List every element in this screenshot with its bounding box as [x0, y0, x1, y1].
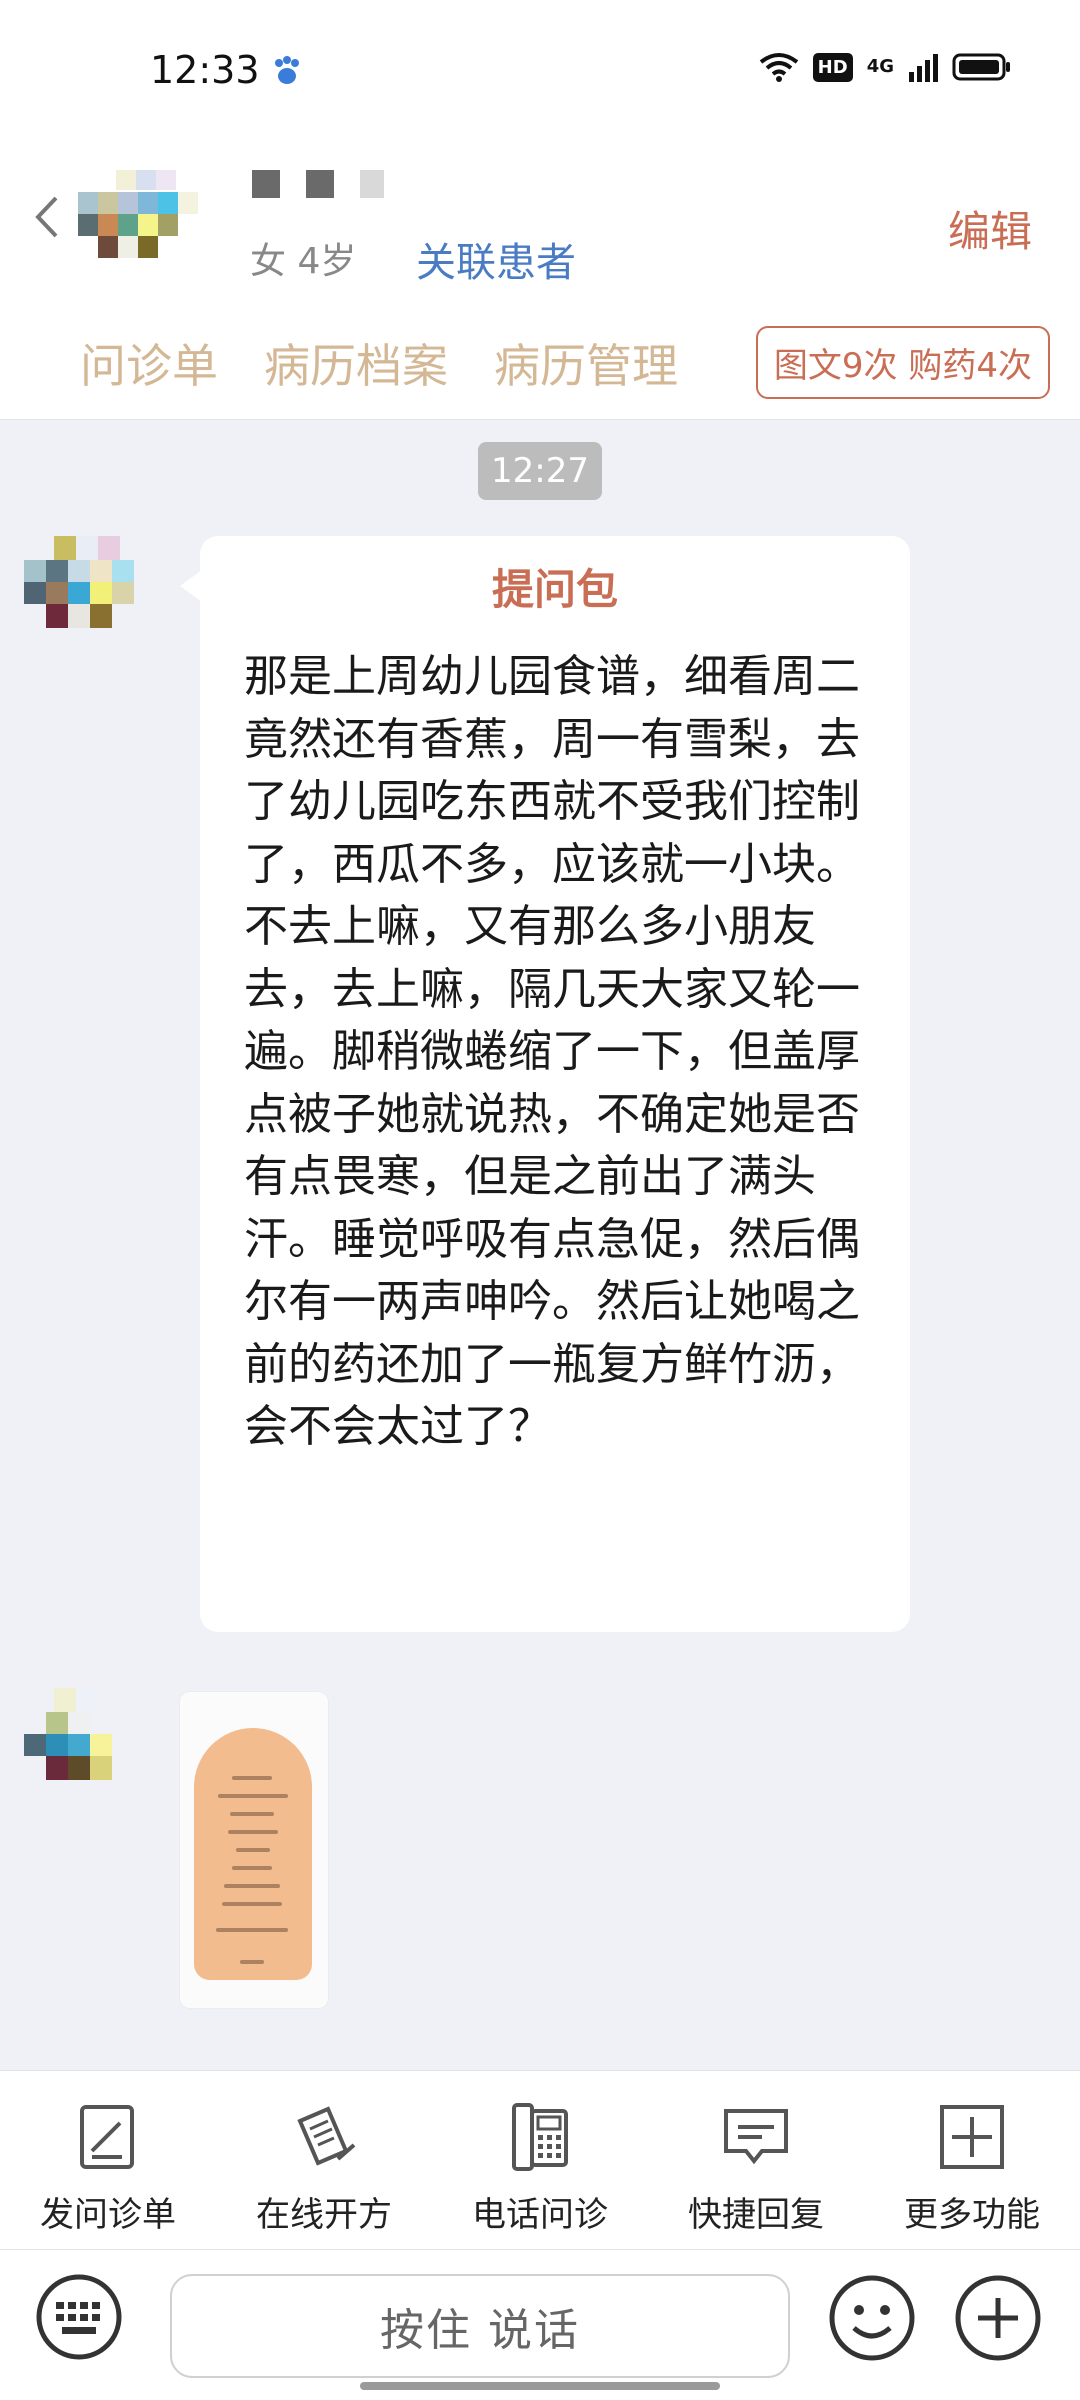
- emoji-icon[interactable]: [826, 2272, 918, 2364]
- signal-icon: [909, 54, 938, 82]
- prescription-icon: [297, 2106, 356, 2166]
- bubble-message-text: 那是上周幼儿园食谱，细看周二竟然还有香蕉，周一有雪梨，去了幼儿园吃东西就不受我们…: [244, 651, 860, 1452]
- question-pack-bubble[interactable]: 提问包 那是上周幼儿园食谱，细看周二竟然还有香蕉，周一有雪梨，去了幼儿园吃东西就…: [200, 536, 910, 1632]
- quick-action-toolbar: 发问诊单 在线开方 电话问诊 快捷回复 更多功能: [0, 2070, 1080, 2250]
- thumbnail-card-image: [194, 1728, 312, 1980]
- paw-notification-icon: [275, 56, 299, 84]
- tool-label: 在线开方: [256, 2195, 392, 2235]
- battery-icon: [952, 53, 1010, 81]
- header-tabs: 问诊单 病历档案 病历管理: [80, 330, 678, 396]
- more-functions-button[interactable]: 更多功能: [864, 2071, 1080, 2251]
- status-time: 12:33: [150, 48, 260, 92]
- quick-reply-button[interactable]: 快捷回复: [648, 2071, 864, 2251]
- wifi-icon: [759, 53, 798, 82]
- service-stats-badge[interactable]: 图文9次 购药4次: [755, 326, 1050, 399]
- tab-medical-records[interactable]: 病历档案: [264, 330, 448, 396]
- sender-avatar[interactable]: [24, 536, 142, 654]
- add-attachment-icon[interactable]: [952, 2272, 1044, 2364]
- plus-box-icon: [940, 2105, 1004, 2169]
- online-prescription-button[interactable]: 在线开方: [216, 2071, 432, 2251]
- phone-consultation-button[interactable]: 电话问诊: [432, 2071, 648, 2251]
- message-timestamp: 12:27: [478, 442, 602, 500]
- tab-consultation-form[interactable]: 问诊单: [80, 330, 218, 396]
- phone-icon: [512, 2103, 568, 2171]
- tool-label: 电话问诊: [472, 2195, 608, 2235]
- patient-avatar[interactable]: [78, 170, 228, 285]
- edit-button[interactable]: 编辑: [948, 198, 1032, 259]
- input-bar: 按住 说话: [0, 2250, 1080, 2400]
- image-message-thumbnail[interactable]: [180, 1692, 328, 2008]
- status-bar: 12:33 HD 4G: [0, 0, 1080, 140]
- home-indicator[interactable]: [360, 2382, 720, 2390]
- patient-name-masked: [252, 170, 384, 198]
- message-icon: [724, 2109, 788, 2165]
- status-icons: HD 4G: [759, 52, 1012, 82]
- tool-label: 快捷回复: [688, 2195, 824, 2235]
- link-patient-link[interactable]: 关联患者: [416, 230, 576, 288]
- patient-header: 女 4岁 关联患者 编辑 问诊单 病历档案 病历管理 图文9次 购药4次: [0, 140, 1080, 420]
- form-edit-icon: [80, 2105, 134, 2169]
- sender-avatar-2[interactable]: [24, 1688, 142, 1806]
- hold-to-talk-button[interactable]: 按住 说话: [170, 2274, 790, 2378]
- keyboard-icon[interactable]: [34, 2272, 124, 2362]
- tool-label: 更多功能: [904, 2195, 1040, 2235]
- back-arrow-icon[interactable]: [32, 192, 62, 242]
- bubble-title: 提问包: [491, 565, 618, 614]
- send-form-button[interactable]: 发问诊单: [0, 2071, 216, 2251]
- network-type: 4G: [866, 56, 894, 77]
- hd-badge: HD: [812, 52, 853, 82]
- tab-record-management[interactable]: 病历管理: [494, 330, 678, 396]
- patient-gender-age: 女 4岁: [250, 241, 357, 282]
- bubble-tail: [180, 570, 202, 602]
- tool-label: 发问诊单: [40, 2195, 176, 2235]
